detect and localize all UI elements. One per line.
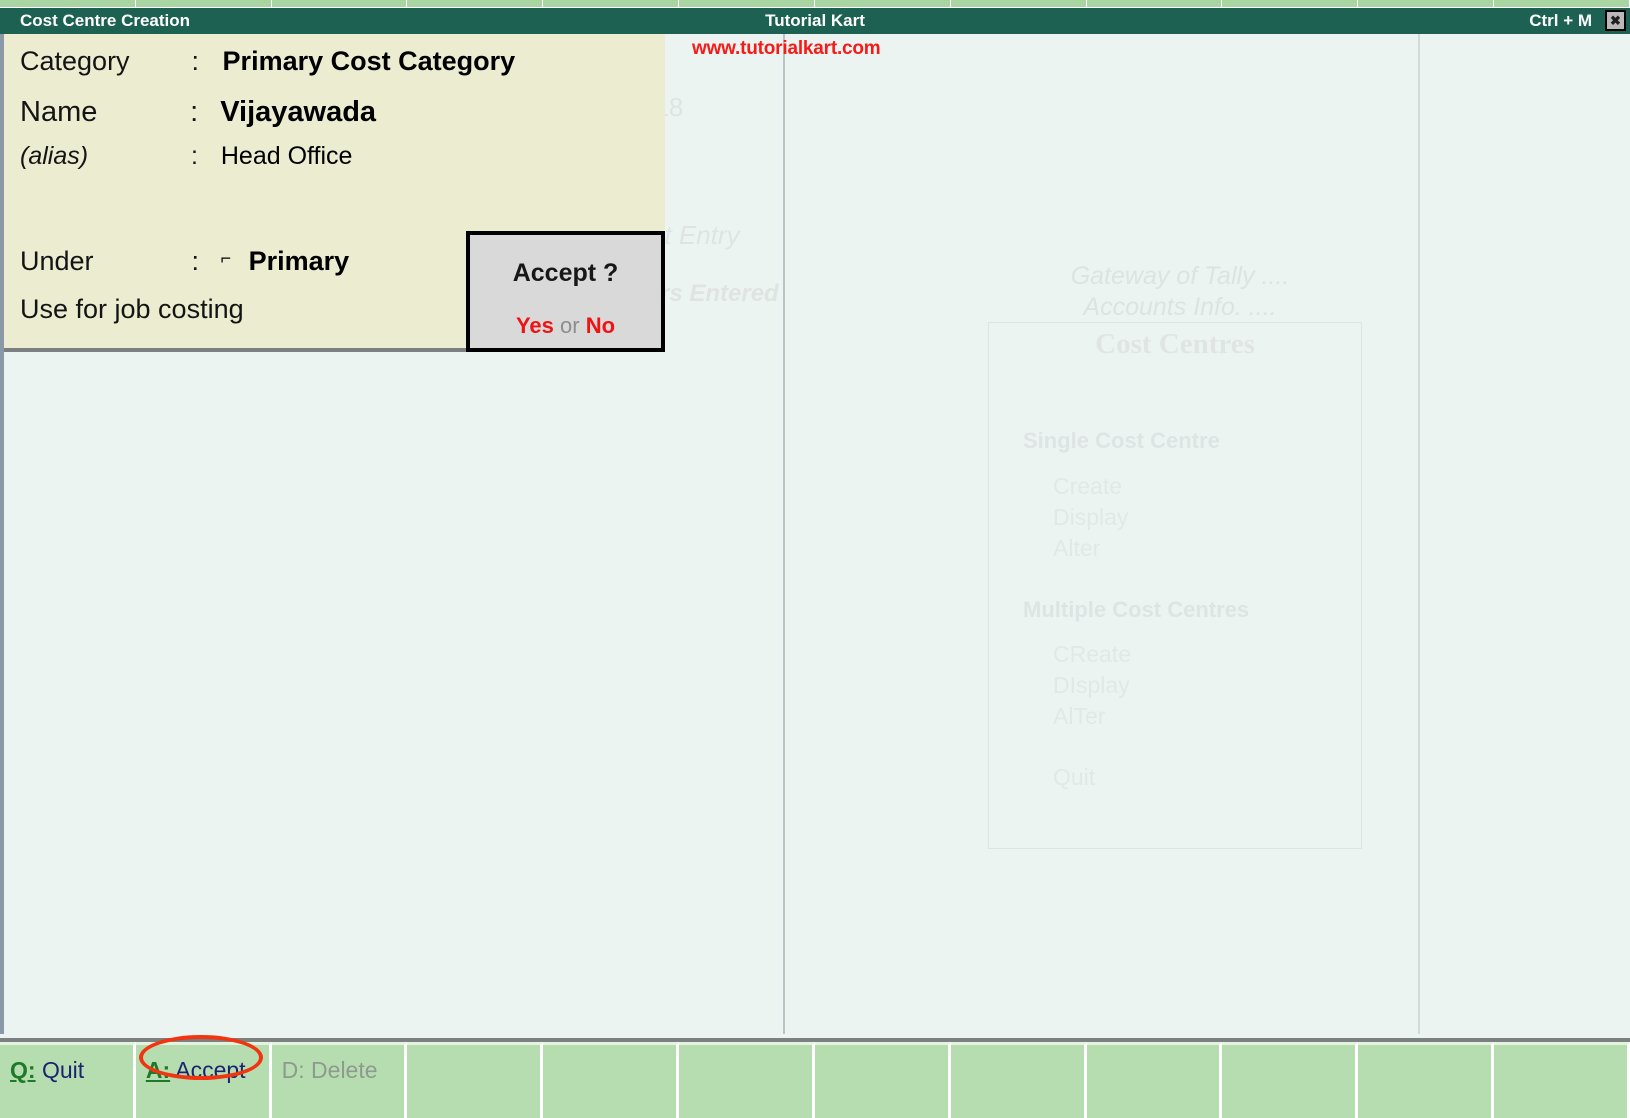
vertical-divider-left <box>783 34 785 1034</box>
under-colon: : <box>192 246 200 277</box>
field-row-alias: (alias) : Head Office <box>20 142 352 171</box>
tab-strip-segment[interactable] <box>272 0 408 7</box>
under-value[interactable]: Primary <box>249 246 350 277</box>
bottom-button-bar: Q: Quit A: Accept D: Delete <box>0 1038 1630 1118</box>
button-empty-slot[interactable] <box>951 1042 1087 1118</box>
cost-centres-menu-panel: Cost Centres Single Cost Centre Create D… <box>988 322 1362 849</box>
menu-item-single-display[interactable]: Display <box>1053 504 1128 531</box>
button-empty-slot[interactable] <box>543 1042 679 1118</box>
category-colon: : <box>192 46 200 77</box>
tab-strip-segment[interactable] <box>0 0 136 7</box>
name-label: Name <box>20 96 182 129</box>
site-watermark: www.tutorialkart.com <box>692 38 881 60</box>
menu-item-multiple-alter[interactable]: AlTer <box>1053 703 1105 730</box>
under-label: Under <box>20 246 184 277</box>
tab-strip-segment[interactable] <box>543 0 679 7</box>
list-marker-icon: ⌐ <box>221 248 232 269</box>
vertical-divider-right <box>1418 34 1420 1034</box>
menu-item-single-create[interactable]: Create <box>1053 473 1122 500</box>
cost-centres-menu-title: Cost Centres <box>989 328 1361 361</box>
keyboard-shortcut-hint: Ctrl + M <box>1529 11 1592 31</box>
alias-value[interactable]: Head Office <box>221 142 353 171</box>
tab-strip-segment[interactable] <box>1494 0 1630 7</box>
menu-section-single-cost-centre: Single Cost Centre <box>1023 428 1220 454</box>
button-quit-hotkey: Q: <box>10 1057 36 1083</box>
button-quit-label: Quit <box>42 1057 84 1083</box>
job-costing-label: Use for job costing <box>20 294 244 325</box>
company-name: Tutorial Kart <box>0 11 1630 31</box>
alias-label: (alias) <box>20 142 184 171</box>
tally-application-window: Cost Centre Creation Tutorial Kart Ctrl … <box>0 0 1630 1118</box>
field-row-under: Under : ⌐ Primary <box>20 246 349 277</box>
title-bar: Cost Centre Creation Tutorial Kart Ctrl … <box>0 8 1630 34</box>
button-empty-slot[interactable] <box>1087 1042 1223 1118</box>
accept-question-text: Accept ? <box>470 259 661 288</box>
accept-yes-option[interactable]: Yes <box>516 313 554 338</box>
tab-strip-segment[interactable] <box>815 0 951 7</box>
menu-section-multiple-cost-centres: Multiple Cost Centres <box>1023 597 1249 623</box>
category-value[interactable]: Primary Cost Category <box>223 46 516 77</box>
menu-item-quit[interactable]: Quit <box>1053 764 1095 791</box>
accept-confirmation-dialog: Accept ? Yes or No <box>466 231 665 352</box>
menu-item-multiple-create[interactable]: CReate <box>1053 641 1131 668</box>
close-icon[interactable]: ✖ <box>1605 10 1626 31</box>
button-empty-slot[interactable] <box>407 1042 543 1118</box>
button-empty-slot[interactable] <box>679 1042 815 1118</box>
button-delete-label: Delete <box>311 1057 377 1083</box>
menu-item-single-alter[interactable]: Alter <box>1053 535 1100 562</box>
field-row-category: Category : Primary Cost Category <box>20 46 515 77</box>
top-tab-strip <box>0 0 1630 8</box>
tab-strip-segment[interactable] <box>1087 0 1223 7</box>
background-vouchers-entered-text: rs Entered <box>660 280 779 308</box>
field-row-name: Name : Vijayawada <box>20 96 376 129</box>
button-empty-slot[interactable] <box>1358 1042 1494 1118</box>
button-empty-slot[interactable] <box>815 1042 951 1118</box>
accept-no-option[interactable]: No <box>586 313 615 338</box>
breadcrumb-accounts-info: Accounts Info. .... <box>920 293 1440 322</box>
button-empty-slot[interactable] <box>1494 1042 1630 1118</box>
button-delete-hotkey: D: <box>282 1057 305 1083</box>
alias-colon: : <box>191 142 198 171</box>
button-accept[interactable]: A: Accept <box>136 1042 272 1118</box>
name-value[interactable]: Vijayawada <box>220 96 376 129</box>
name-colon: : <box>190 96 198 129</box>
breadcrumb-gateway: Gateway of Tally .... <box>920 262 1440 291</box>
button-accept-label: Accept <box>175 1057 245 1083</box>
accept-options-row: Yes or No <box>470 313 661 339</box>
tab-strip-segment[interactable] <box>407 0 543 7</box>
button-quit[interactable]: Q: Quit <box>0 1042 136 1118</box>
button-empty-slot[interactable] <box>1222 1042 1358 1118</box>
tab-strip-segment[interactable] <box>1222 0 1358 7</box>
tab-strip-segment[interactable] <box>136 0 272 7</box>
tab-strip-segment[interactable] <box>679 0 815 7</box>
menu-item-multiple-display[interactable]: DIsplay <box>1053 672 1130 699</box>
tab-strip-segment[interactable] <box>951 0 1087 7</box>
button-accept-hotkey: A: <box>146 1057 170 1083</box>
tab-strip-segment[interactable] <box>1358 0 1494 7</box>
category-label: Category <box>20 46 184 77</box>
accept-or-separator: or <box>560 313 580 338</box>
button-delete: D: Delete <box>272 1042 408 1118</box>
